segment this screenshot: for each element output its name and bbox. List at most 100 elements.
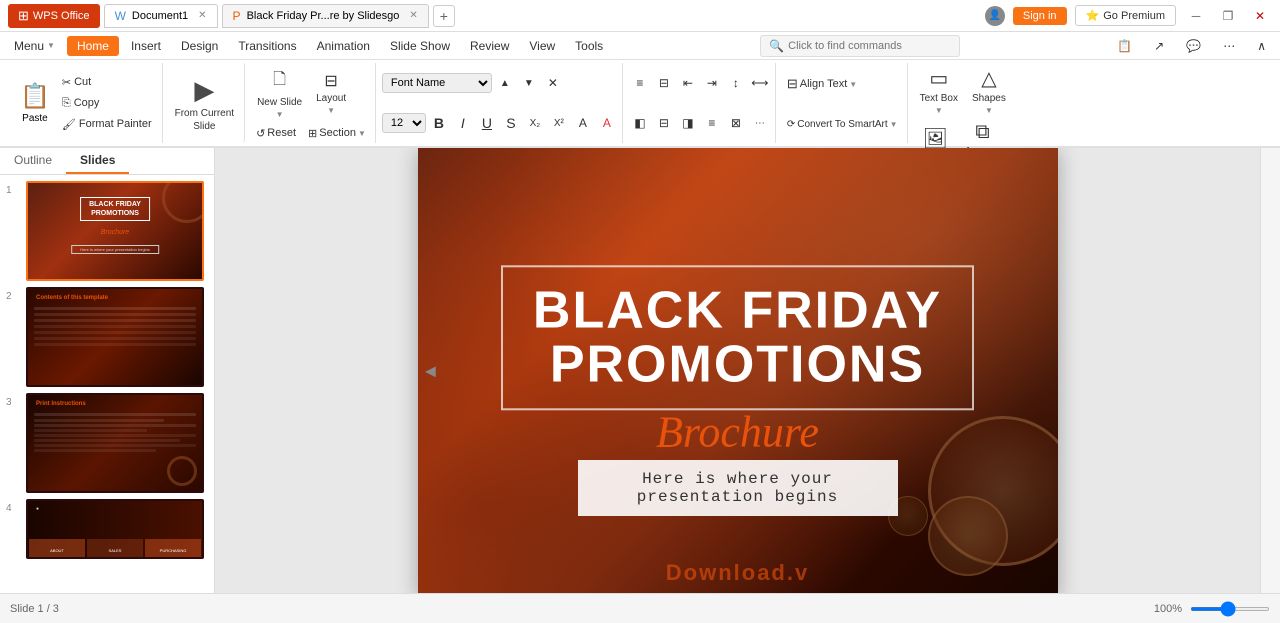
menu-button[interactable]: Menu ▼ (6, 36, 63, 56)
slide-thumbnail[interactable]: ● ABOUT SALES PURCHASING (26, 499, 204, 559)
right-panel (1260, 148, 1280, 593)
layout-button[interactable]: ⊟ Layout ▼ (310, 68, 352, 118)
search-input[interactable] (788, 40, 951, 52)
align-left-button[interactable]: ◧ (629, 112, 651, 134)
reset-button[interactable]: ↺ Reset (251, 125, 301, 142)
zoom-slider[interactable] (1190, 607, 1270, 611)
slide-title-line2: PROMOTIONS (533, 337, 942, 392)
transitions-label: Transitions (238, 39, 296, 53)
smartart-icon: ⟳ (787, 119, 795, 130)
decrease-font-icon[interactable]: ▼ (518, 72, 540, 94)
doc1-tab[interactable]: W Document1 ✕ (104, 4, 218, 28)
new-slide-dropdown: ▼ (276, 110, 284, 119)
list-item[interactable]: 4 ● ABOUT SALES PURCHASING (6, 499, 208, 559)
review-tab[interactable]: Review (462, 36, 517, 56)
slides-tab[interactable]: Slides (66, 148, 129, 174)
doc1-close-icon[interactable]: ✕ (198, 10, 206, 21)
underline-button[interactable]: U (476, 112, 498, 134)
share-icon-btn[interactable]: ↗ (1146, 36, 1172, 56)
minimize-button[interactable]: ─ (1184, 4, 1208, 28)
view-tab[interactable]: View (521, 36, 563, 56)
outline-tab[interactable]: Outline (0, 148, 66, 174)
section-dropdown: ▼ (358, 129, 366, 138)
reset-icon: ↺ (256, 127, 265, 140)
copy-button[interactable]: ⎘ Copy (58, 95, 156, 112)
text-direction-button[interactable]: ⟷ (749, 72, 771, 94)
from-current-slide-button[interactable]: ▶ From Current Slide (165, 63, 245, 143)
signin-button[interactable]: Sign in (1013, 7, 1067, 25)
italic-button[interactable]: I (452, 112, 474, 134)
align-text-button[interactable]: ⊟ Align Text ▼ (782, 74, 862, 94)
animation-tab[interactable]: Animation (309, 36, 378, 56)
paragraph-group: ≡ ⊟ ⇤ ⇥ ↕ ⟷ ◧ ⊟ ◨ ≡ ⊠ ⋯ (625, 63, 776, 143)
slide-panel: Outline Slides 1 BLACK FRIDAYPROMOTIONS … (0, 148, 215, 593)
format-painter-icon: 🖌 (62, 118, 76, 131)
insert-tab[interactable]: Insert (123, 36, 169, 56)
tools-tab[interactable]: Tools (567, 36, 611, 56)
font-size-select[interactable]: 12 (382, 113, 426, 133)
font-family-select[interactable]: Font Name (382, 73, 492, 93)
panel-collapse-button[interactable]: ◀ (425, 362, 436, 379)
pptx-tab[interactable]: P Black Friday Pr...re by Slidesgo ✕ (222, 4, 429, 28)
cut-button[interactable]: ✂ Cut (58, 74, 156, 91)
align-text-dropdown: ▼ (849, 80, 857, 89)
home-tab[interactable]: Home (67, 36, 119, 56)
align-right-button[interactable]: ◨ (677, 112, 699, 134)
line-spacing-button[interactable]: ↕ (725, 72, 747, 94)
transitions-tab[interactable]: Transitions (230, 36, 304, 56)
from-current-label: From Current (175, 108, 234, 119)
text-box-button[interactable]: ▭ Text Box ▼ (914, 63, 964, 118)
slide-thumbnail[interactable]: BLACK FRIDAYPROMOTIONS Brochure Here is … (26, 181, 204, 281)
search-icon: 🔍 (769, 39, 784, 53)
slide-thumbnail[interactable]: Contents of this template (26, 287, 204, 387)
increase-font-icon[interactable]: ▲ (494, 72, 516, 94)
main-slide: BLACK FRIDAY PROMOTIONS Brochure Here is… (418, 148, 1058, 593)
slide-title-line1: BLACK FRIDAY (533, 283, 942, 338)
numbered-list-button[interactable]: ⊟ (653, 72, 675, 94)
list-item[interactable]: 1 BLACK FRIDAYPROMOTIONS Brochure Here i… (6, 181, 208, 281)
title-bar-right: 👤 Sign in ⭐ Go Premium ─ ❐ ✕ (985, 4, 1272, 28)
align-convert-group: ⊟ Align Text ▼ ⟳ Convert To SmartArt ▼ (778, 63, 908, 143)
slideshow-tab[interactable]: Slide Show (382, 36, 458, 56)
clear-font-icon[interactable]: ✕ (542, 72, 564, 94)
signin-label: Sign in (1023, 10, 1057, 22)
bullet-list-button[interactable]: ≡ (629, 72, 651, 94)
increase-indent-button[interactable]: ⇥ (701, 72, 723, 94)
list-item[interactable]: 2 Contents of this template (6, 287, 208, 387)
shapes-icon: △ (981, 66, 996, 91)
font-color-button[interactable]: A (596, 112, 618, 134)
convert-smartart-button[interactable]: ⟳ Convert To SmartArt ▼ (782, 117, 903, 132)
design-tab[interactable]: Design (173, 36, 226, 56)
clear-formatting-button[interactable]: A (572, 112, 594, 134)
subscript-button[interactable]: X₂ (524, 112, 546, 134)
paste-options: ✂ Cut ⎘ Copy 🖌 Format Painter (58, 74, 156, 133)
maximize-button[interactable]: ❐ (1216, 4, 1240, 28)
new-tab-button[interactable]: + (433, 5, 455, 27)
list-item[interactable]: 3 Print Instructions (6, 393, 208, 493)
wps-office-tab[interactable]: ⊞ WPS Office (8, 4, 100, 28)
more-options-btn[interactable]: ⋯ (1215, 36, 1243, 56)
search-bar[interactable]: 🔍 (760, 35, 960, 57)
pptx-close-icon[interactable]: ✕ (409, 10, 417, 21)
superscript-button[interactable]: X² (548, 112, 570, 134)
premium-button[interactable]: ⭐ Go Premium (1075, 5, 1176, 26)
collapse-ribbon-btn[interactable]: ∧ (1249, 36, 1274, 56)
align-center-button[interactable]: ⊟ (653, 112, 675, 134)
close-button[interactable]: ✕ (1248, 4, 1272, 28)
slide-list: 1 BLACK FRIDAYPROMOTIONS Brochure Here i… (0, 175, 214, 593)
slide-number: 3 (6, 393, 20, 408)
more-paragraph-btn[interactable]: ⋯ (749, 112, 771, 134)
decrease-indent-button[interactable]: ⇤ (677, 72, 699, 94)
col-button[interactable]: ⊠ (725, 112, 747, 134)
bold-button[interactable]: B (428, 112, 450, 134)
section-button[interactable]: ⊞ Section ▼ (303, 125, 371, 142)
comment-icon-btn[interactable]: 💬 (1178, 36, 1209, 56)
slide-thumbnail[interactable]: Print Instructions (26, 393, 204, 493)
shapes-button[interactable]: △ Shapes ▼ (966, 63, 1012, 118)
format-painter-button[interactable]: 🖌 Format Painter (58, 116, 156, 133)
paste-button[interactable]: 📋 Paste (14, 78, 56, 128)
strikethrough-button[interactable]: S (500, 112, 522, 134)
clipboard-icon-btn[interactable]: 📋 (1109, 36, 1140, 56)
new-slide-button[interactable]: 🗋 New Slide ▼ (251, 65, 308, 122)
justify-button[interactable]: ≡ (701, 112, 723, 134)
